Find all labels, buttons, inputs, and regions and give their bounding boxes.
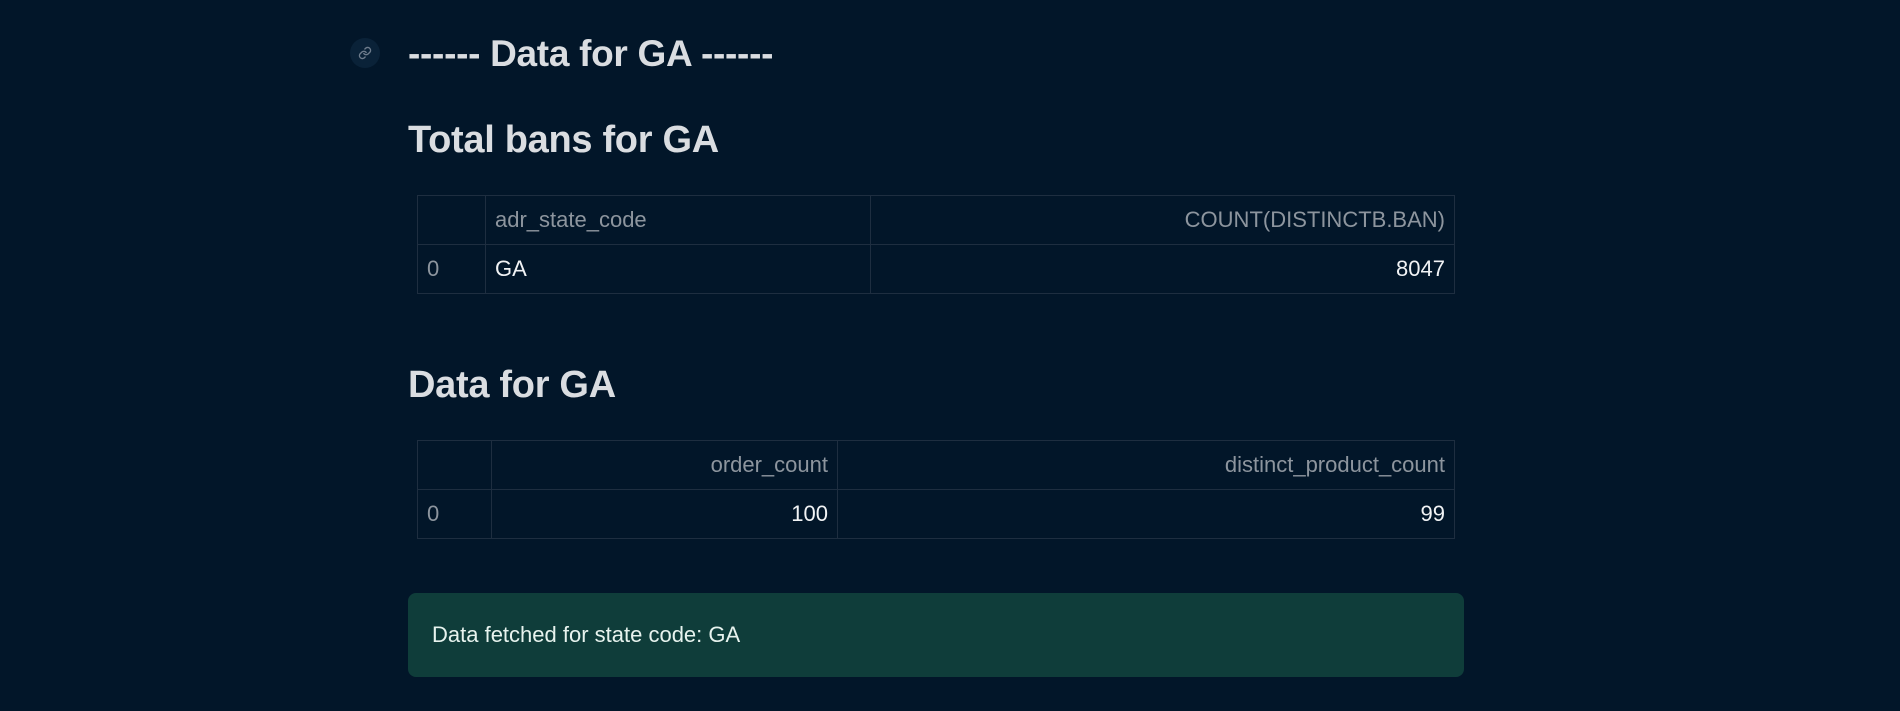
- table-header-row: adr_state_code COUNT(DISTINCTB.BAN): [417, 195, 1455, 245]
- row-index-cell[interactable]: 0: [417, 489, 492, 539]
- section-title-data-for-ga: Data for GA: [408, 364, 616, 406]
- column-header-count-distinct-ban[interactable]: COUNT(DISTINCTB.BAN): [870, 195, 1455, 245]
- success-alert-message: Data fetched for state code: GA: [432, 622, 741, 647]
- column-header-adr-state-code[interactable]: adr_state_code: [485, 195, 871, 245]
- section-title-total-bans: Total bans for GA: [408, 119, 719, 161]
- order-data-table[interactable]: order_count distinct_product_count 0 100…: [417, 440, 1455, 539]
- table-cell[interactable]: 8047: [870, 244, 1455, 294]
- table-row: 0 100 99: [417, 489, 1455, 539]
- table-cell[interactable]: 100: [491, 489, 838, 539]
- index-column-header[interactable]: [417, 195, 486, 245]
- table-row: 0 GA 8047: [417, 244, 1455, 294]
- column-header-order-count[interactable]: order_count: [491, 440, 838, 490]
- page-title: ------ Data for GA ------: [408, 33, 774, 74]
- row-index-cell[interactable]: 0: [417, 244, 486, 294]
- link-icon: [358, 46, 372, 60]
- header-anchor-link[interactable]: [350, 38, 380, 68]
- index-column-header[interactable]: [417, 440, 492, 490]
- total-bans-table[interactable]: adr_state_code COUNT(DISTINCTB.BAN) 0 GA…: [417, 195, 1455, 294]
- success-alert: Data fetched for state code: GA: [408, 593, 1464, 677]
- table-cell[interactable]: 99: [837, 489, 1455, 539]
- column-header-distinct-product-count[interactable]: distinct_product_count: [837, 440, 1455, 490]
- table-cell[interactable]: GA: [485, 244, 871, 294]
- table-header-row: order_count distinct_product_count: [417, 440, 1455, 490]
